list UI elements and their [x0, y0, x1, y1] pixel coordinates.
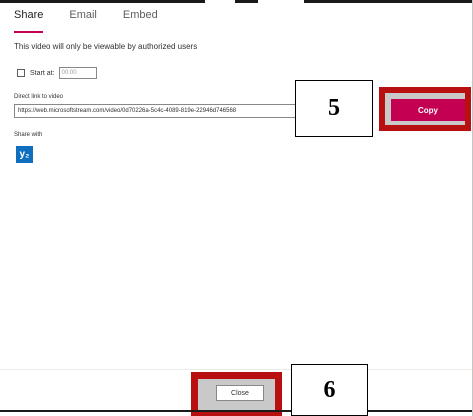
- start-at-label: Start at:: [30, 69, 55, 77]
- yammer-icon[interactable]: y₂: [16, 146, 33, 163]
- direct-link-label: Direct link to video: [14, 94, 64, 100]
- close-button[interactable]: Close: [216, 385, 264, 401]
- start-time-input[interactable]: 00:00: [58, 67, 97, 79]
- authorized-users-notice: This video will only be viewable by auth…: [14, 42, 198, 51]
- start-at-row: Start at: 00:00: [17, 67, 97, 79]
- top-border-gap: [205, 0, 235, 3]
- tab-embed[interactable]: Embed: [123, 9, 158, 33]
- window-bottom-border: [0, 410, 473, 412]
- step-5-callout: 5: [295, 80, 373, 137]
- step-6-callout: 6: [291, 364, 368, 416]
- share-with-label: Share with: [14, 132, 43, 138]
- copy-button[interactable]: Copy: [391, 99, 465, 121]
- start-at-checkbox[interactable]: [17, 69, 25, 77]
- footer-divider: [0, 369, 473, 370]
- share-tabs: Share Email Embed: [14, 9, 184, 33]
- top-border-gap: [258, 0, 304, 3]
- window-top-border: [0, 0, 473, 3]
- tab-share[interactable]: Share: [14, 9, 44, 33]
- direct-link-field[interactable]: https://web.microsoftstream.com/video/0d…: [14, 104, 302, 118]
- tab-email[interactable]: Email: [69, 9, 97, 33]
